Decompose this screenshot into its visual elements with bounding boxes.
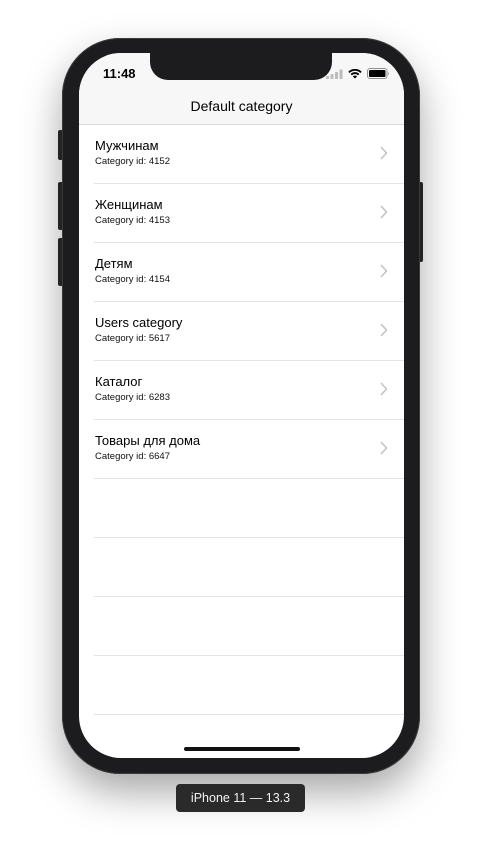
category-id: Category id: 5617 bbox=[95, 333, 170, 344]
category-id: Category id: 4154 bbox=[95, 274, 170, 285]
empty-table-row bbox=[94, 479, 404, 538]
category-id: Category id: 4152 bbox=[95, 156, 170, 167]
category-name: Каталог bbox=[95, 374, 143, 389]
simulator-stage: 11:48 Default category Мужчинам Category… bbox=[0, 0, 483, 848]
category-name: Товары для дома bbox=[95, 433, 201, 448]
category-id: Category id: 6647 bbox=[95, 451, 170, 462]
category-row[interactable]: Users category Category id: 5617 bbox=[94, 302, 404, 361]
chevron-right-icon bbox=[380, 146, 388, 160]
category-name: Users category bbox=[95, 315, 183, 330]
category-id: Category id: 6283 bbox=[95, 392, 170, 403]
chevron-right-icon bbox=[380, 323, 388, 337]
battery-icon bbox=[367, 68, 389, 79]
chevron-right-icon bbox=[380, 264, 388, 278]
category-list: Мужчинам Category id: 4152 Женщинам Cate… bbox=[79, 125, 404, 715]
device-screen: 11:48 Default category Мужчинам Category… bbox=[79, 53, 404, 758]
category-id: Category id: 4153 bbox=[95, 215, 170, 226]
empty-table-row bbox=[94, 597, 404, 656]
empty-table-row bbox=[94, 538, 404, 597]
category-name: Мужчинам bbox=[95, 138, 159, 153]
navigation-bar: Default category bbox=[79, 93, 404, 125]
chevron-right-icon bbox=[380, 205, 388, 219]
status-icons bbox=[326, 68, 390, 79]
category-row[interactable]: Мужчинам Category id: 4152 bbox=[94, 125, 404, 184]
status-time: 11:48 bbox=[103, 66, 136, 81]
category-row[interactable]: Каталог Category id: 6283 bbox=[94, 361, 404, 420]
category-name: Детям bbox=[95, 256, 133, 271]
chevron-right-icon bbox=[380, 382, 388, 396]
category-name: Женщинам bbox=[95, 197, 163, 212]
device-notch bbox=[150, 53, 332, 80]
category-row[interactable]: Женщинам Category id: 4153 bbox=[94, 184, 404, 243]
empty-table-row bbox=[94, 656, 404, 715]
home-indicator[interactable] bbox=[184, 747, 300, 751]
page-title: Default category bbox=[190, 98, 293, 114]
simulator-device-label: iPhone 11 — 13.3 bbox=[176, 784, 305, 812]
wifi-icon bbox=[348, 68, 362, 79]
category-row[interactable]: Детям Category id: 4154 bbox=[94, 243, 404, 302]
category-row[interactable]: Товары для дома Category id: 6647 bbox=[94, 420, 404, 479]
chevron-right-icon bbox=[380, 441, 388, 455]
